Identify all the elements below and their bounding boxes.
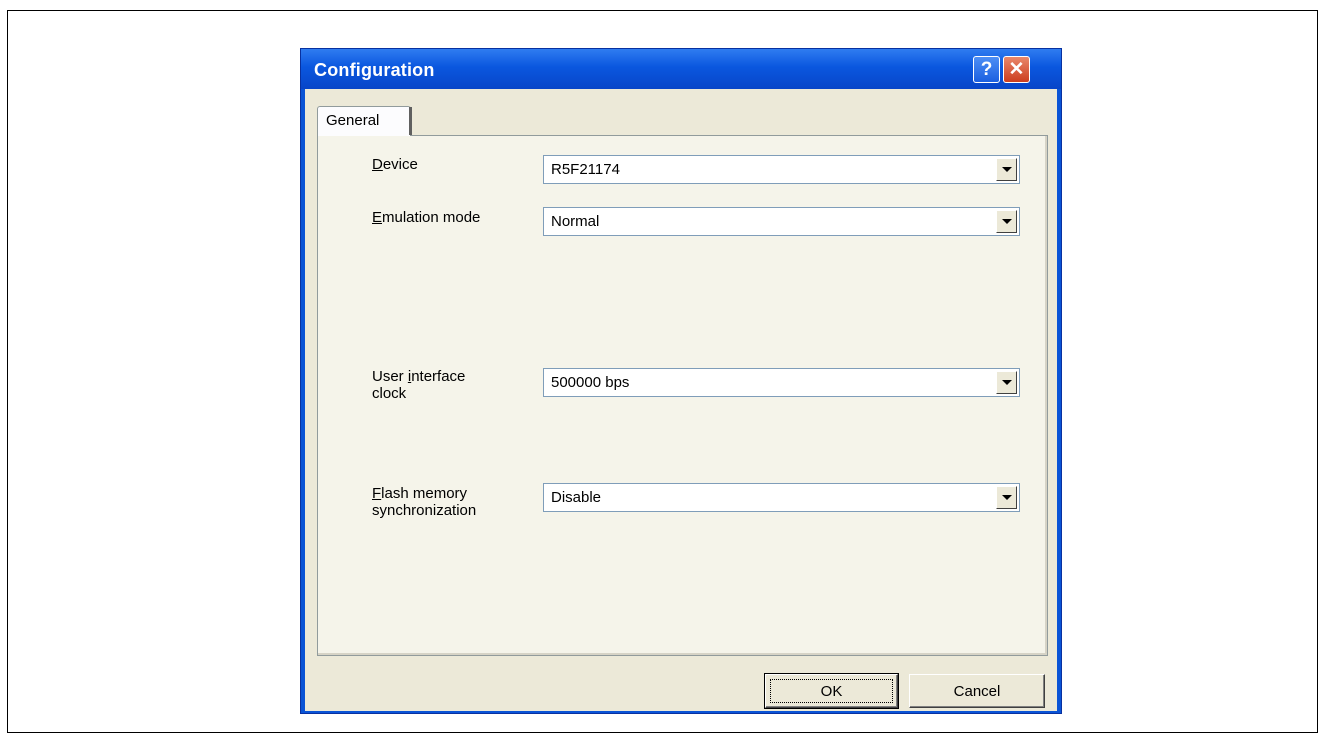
tab-general-label: General [326, 112, 380, 129]
device-select[interactable]: R5F21174 [543, 155, 1020, 184]
close-icon[interactable]: ✕ [1003, 56, 1030, 83]
cancel-button-label: Cancel [953, 682, 1001, 700]
dropdown-arrow-icon [1001, 167, 1012, 172]
flash-memory-sync-value: Disable [551, 489, 602, 506]
user-interface-clock-value: 500000 bps [551, 374, 630, 391]
device-label: Device [372, 156, 418, 173]
ok-button[interactable]: OK [764, 673, 899, 709]
dropdown-arrow-icon [1001, 380, 1012, 385]
dialog-title: Configuration [314, 60, 435, 80]
general-tab-panel: Device R5F21174 Emulation mode Normal Us… [317, 135, 1048, 656]
flash-memory-sync-dropdown-button[interactable] [996, 486, 1017, 509]
tab-edge [409, 107, 412, 135]
emulation-mode-dropdown-button[interactable] [996, 210, 1017, 233]
user-interface-clock-label: User interface clock [372, 368, 466, 402]
emulation-mode-label: Emulation mode [372, 209, 481, 226]
flash-memory-sync-select[interactable]: Disable [543, 483, 1020, 512]
title-bar[interactable]: Configuration ? ✕ [301, 49, 1061, 89]
flash-memory-sync-label: Flash memory synchronization [372, 485, 477, 519]
help-icon[interactable]: ? [973, 56, 1000, 83]
user-interface-clock-select[interactable]: 500000 bps [543, 368, 1020, 397]
dialog-client-area: General Device R5F21174 Emulation mode N… [305, 89, 1057, 711]
cancel-button[interactable]: Cancel [909, 674, 1045, 708]
configuration-dialog: Configuration ? ✕ General Device R5F2117… [300, 48, 1062, 714]
tab-general[interactable]: General [317, 106, 411, 136]
device-dropdown-button[interactable] [996, 158, 1017, 181]
dropdown-arrow-icon [1001, 495, 1012, 500]
user-interface-clock-dropdown-button[interactable] [996, 371, 1017, 394]
dropdown-arrow-icon [1001, 219, 1012, 224]
emulation-mode-value: Normal [551, 213, 600, 230]
device-value: R5F21174 [551, 161, 620, 178]
emulation-mode-select[interactable]: Normal [543, 207, 1020, 236]
focus-rect [770, 679, 893, 703]
